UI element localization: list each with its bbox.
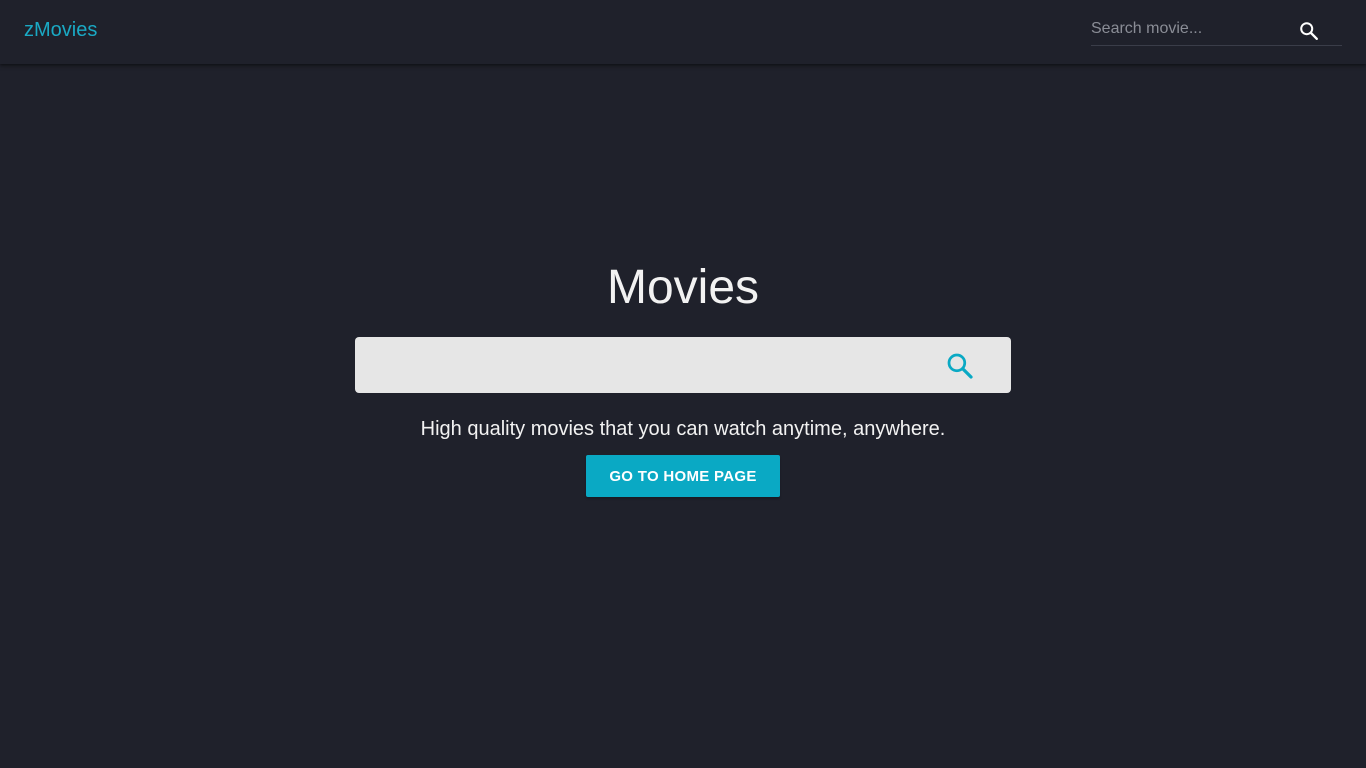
- navbar: zMovies: [0, 0, 1366, 64]
- hero-search-box: [355, 337, 1011, 393]
- tagline: High quality movies that you can watch a…: [420, 418, 946, 440]
- page-title: Movies: [606, 261, 760, 314]
- search-icon[interactable]: [945, 351, 975, 381]
- go-to-home-page-button[interactable]: GO TO HOME PAGE: [586, 455, 780, 497]
- navbar-search-input[interactable]: [1091, 18, 1291, 40]
- hero-section: Movies High quality movies that you can …: [0, 0, 1366, 768]
- brand-logo-link[interactable]: zMovies: [24, 19, 97, 42]
- hero-search-input[interactable]: [371, 347, 931, 383]
- search-icon[interactable]: [1298, 20, 1320, 42]
- navbar-search: [1091, 14, 1342, 46]
